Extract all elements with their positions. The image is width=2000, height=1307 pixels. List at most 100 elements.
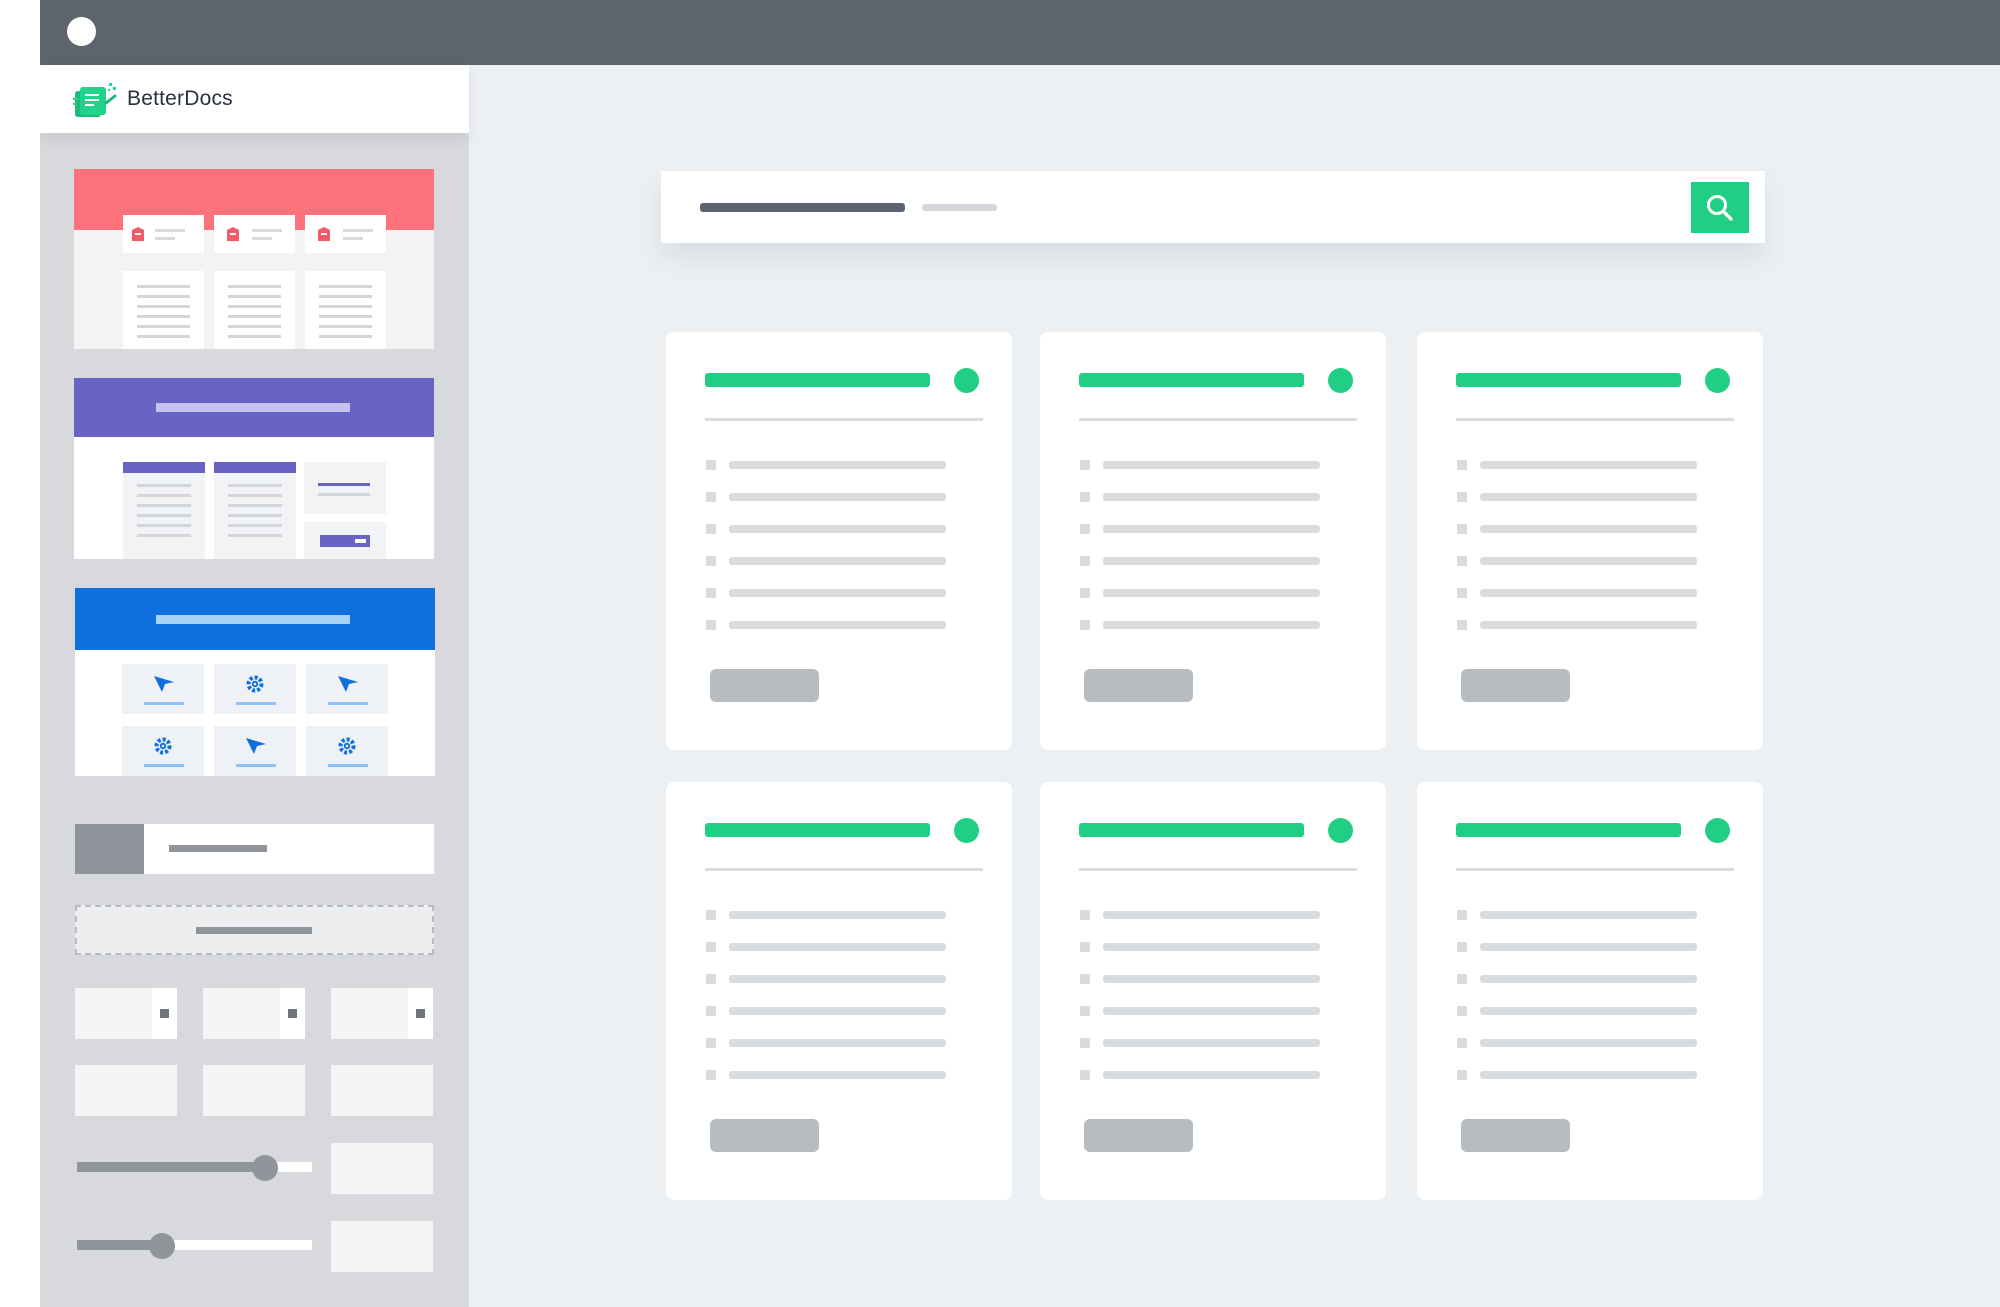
- doc-link-line[interactable]: [1480, 1007, 1697, 1015]
- doc-list-item[interactable]: [1080, 910, 1320, 920]
- category-card[interactable]: [1417, 332, 1763, 750]
- select-control[interactable]: [203, 988, 305, 1039]
- doc-list-item[interactable]: [706, 942, 946, 952]
- doc-list-item[interactable]: [1080, 492, 1320, 502]
- doc-list-item[interactable]: [1457, 942, 1697, 952]
- docs-search-bar[interactable]: [661, 171, 1765, 243]
- doc-list-item[interactable]: [1080, 556, 1320, 566]
- range-slider-2[interactable]: [77, 1240, 312, 1250]
- doc-list-item[interactable]: [1457, 1006, 1697, 1016]
- doc-link-line[interactable]: [1480, 911, 1697, 919]
- accordion-control[interactable]: [75, 824, 434, 874]
- doc-link-line[interactable]: [729, 589, 946, 597]
- doc-list-item[interactable]: [1080, 460, 1320, 470]
- doc-list-item[interactable]: [1457, 460, 1697, 470]
- doc-link-line[interactable]: [729, 1039, 946, 1047]
- doc-link-line[interactable]: [729, 1071, 946, 1079]
- doc-link-line[interactable]: [729, 943, 946, 951]
- doc-link-line[interactable]: [729, 557, 946, 565]
- doc-list-item[interactable]: [706, 588, 946, 598]
- doc-list-item[interactable]: [706, 1070, 946, 1080]
- slider-knob[interactable]: [149, 1233, 175, 1259]
- doc-link-line[interactable]: [1480, 943, 1697, 951]
- doc-link-line[interactable]: [729, 525, 946, 533]
- doc-list-item[interactable]: [1457, 1038, 1697, 1048]
- input-box[interactable]: [331, 1065, 433, 1116]
- doc-link-line[interactable]: [1103, 621, 1320, 629]
- doc-link-line[interactable]: [729, 911, 946, 919]
- search-button[interactable]: [1691, 182, 1749, 233]
- doc-list-item[interactable]: [1080, 1038, 1320, 1048]
- doc-list-item[interactable]: [1080, 588, 1320, 598]
- doc-link-line[interactable]: [1103, 943, 1320, 951]
- doc-link-line[interactable]: [729, 975, 946, 983]
- category-card[interactable]: [1040, 332, 1386, 750]
- doc-list-item[interactable]: [1457, 910, 1697, 920]
- doc-link-line[interactable]: [1480, 589, 1697, 597]
- doc-list-item[interactable]: [1457, 524, 1697, 534]
- doc-link-line[interactable]: [1480, 525, 1697, 533]
- doc-list-item[interactable]: [1080, 620, 1320, 630]
- doc-list-item[interactable]: [1457, 556, 1697, 566]
- explore-more-button[interactable]: [1461, 669, 1570, 702]
- doc-list-item[interactable]: [1457, 492, 1697, 502]
- doc-list-item[interactable]: [1080, 974, 1320, 984]
- doc-link-line[interactable]: [1480, 1039, 1697, 1047]
- doc-link-line[interactable]: [729, 621, 946, 629]
- doc-link-line[interactable]: [1103, 525, 1320, 533]
- doc-link-line[interactable]: [729, 1007, 946, 1015]
- doc-list-item[interactable]: [706, 620, 946, 630]
- doc-link-line[interactable]: [1480, 557, 1697, 565]
- dropzone-control[interactable]: [75, 905, 434, 955]
- slider-value-box[interactable]: [331, 1143, 433, 1194]
- doc-list-item[interactable]: [706, 1038, 946, 1048]
- input-box[interactable]: [75, 1065, 177, 1116]
- window-control-dot[interactable]: [67, 17, 96, 46]
- category-card[interactable]: [666, 332, 1012, 750]
- doc-list-item[interactable]: [706, 974, 946, 984]
- doc-list-item[interactable]: [1457, 588, 1697, 598]
- select-control[interactable]: [331, 988, 433, 1039]
- doc-link-line[interactable]: [1103, 1039, 1320, 1047]
- doc-list-item[interactable]: [706, 556, 946, 566]
- doc-list-item[interactable]: [706, 460, 946, 470]
- category-title-bar[interactable]: [1079, 373, 1304, 387]
- doc-link-line[interactable]: [729, 493, 946, 501]
- layout-template-1[interactable]: [74, 169, 434, 349]
- doc-link-line[interactable]: [1103, 911, 1320, 919]
- doc-link-line[interactable]: [1480, 493, 1697, 501]
- doc-link-line[interactable]: [1103, 557, 1320, 565]
- doc-link-line[interactable]: [1103, 1007, 1320, 1015]
- select-control[interactable]: [75, 988, 177, 1039]
- category-card[interactable]: [1417, 782, 1763, 1200]
- doc-link-line[interactable]: [1103, 975, 1320, 983]
- explore-more-button[interactable]: [1461, 1119, 1570, 1152]
- doc-link-line[interactable]: [1103, 1071, 1320, 1079]
- doc-list-item[interactable]: [1457, 620, 1697, 630]
- doc-list-item[interactable]: [706, 492, 946, 502]
- category-title-bar[interactable]: [705, 823, 930, 837]
- slider-knob[interactable]: [252, 1155, 278, 1181]
- accordion-toggle[interactable]: [75, 824, 144, 874]
- doc-list-item[interactable]: [706, 910, 946, 920]
- explore-more-button[interactable]: [1084, 1119, 1193, 1152]
- doc-list-item[interactable]: [706, 1006, 946, 1016]
- explore-more-button[interactable]: [1084, 669, 1193, 702]
- doc-link-line[interactable]: [1480, 975, 1697, 983]
- doc-link-line[interactable]: [729, 461, 946, 469]
- doc-link-line[interactable]: [1480, 461, 1697, 469]
- category-card[interactable]: [1040, 782, 1386, 1200]
- slider-value-box[interactable]: [331, 1221, 433, 1272]
- explore-more-button[interactable]: [710, 1119, 819, 1152]
- category-title-bar[interactable]: [1456, 373, 1681, 387]
- layout-template-3[interactable]: [75, 588, 435, 776]
- doc-list-item[interactable]: [1457, 1070, 1697, 1080]
- category-card[interactable]: [666, 782, 1012, 1200]
- explore-more-button[interactable]: [710, 669, 819, 702]
- doc-link-line[interactable]: [1103, 589, 1320, 597]
- category-title-bar[interactable]: [1456, 823, 1681, 837]
- doc-link-line[interactable]: [1103, 461, 1320, 469]
- layout-template-2[interactable]: [74, 378, 434, 559]
- doc-link-line[interactable]: [1103, 493, 1320, 501]
- doc-list-item[interactable]: [706, 524, 946, 534]
